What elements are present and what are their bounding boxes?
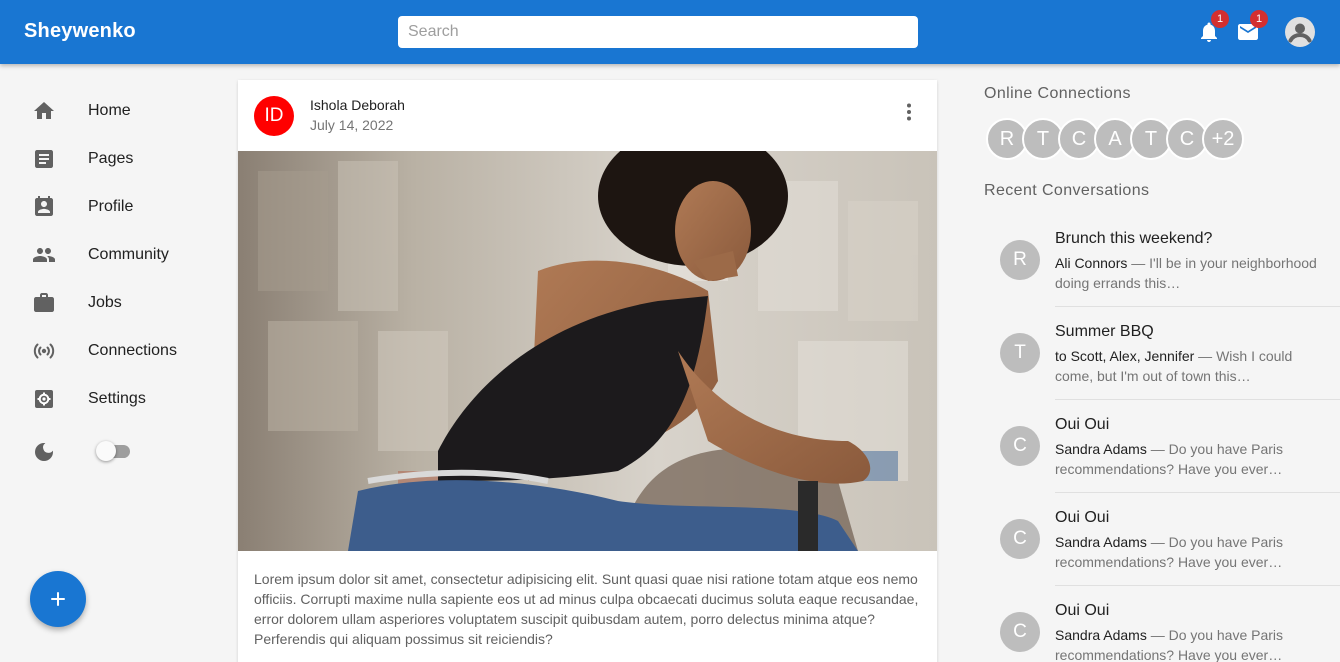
sidebar-item-home[interactable]: Home [0,87,220,135]
conversation-item[interactable]: C Oui Oui Sandra Adams — Do you have Par… [984,416,1340,509]
conversation-separator: — [1146,534,1169,550]
conversation-participants: Sandra Adams [1055,441,1147,457]
divider [1055,492,1340,493]
moon-icon [32,440,56,464]
conversation-preview: Ali Connors — I'll be in your neighborho… [1055,253,1333,293]
toggle-thumb [96,441,116,461]
conversation-separator: — [1127,255,1150,271]
conversation-avatar: C [1000,612,1040,652]
conversation-preview: to Scott, Alex, Jennifer — Wish I could … [1055,346,1333,386]
sidebar-item-label: Community [88,246,169,263]
divider [1055,399,1340,400]
conversation-item[interactable]: R Brunch this weekend? Ali Connors — I'l… [984,230,1340,323]
conversation-separator: — [1194,348,1217,364]
post-body: Lorem ipsum dolor sit amet, consectetur … [254,571,919,647]
group-icon [32,243,56,267]
app-title[interactable]: Sheywenko [24,20,136,43]
sidebar-item-label: Connections [88,342,177,359]
conversation-title: Oui Oui [1055,416,1110,433]
notifications-badge: 1 [1211,10,1229,28]
messages-badge: 1 [1250,10,1268,28]
conversation-avatar: C [1000,519,1040,559]
add-icon [51,592,65,606]
account-circle-icon [1285,17,1315,47]
conversation-participants: Sandra Adams [1055,627,1147,643]
more-vertical-icon [907,103,911,121]
sidebar-item-connections[interactable]: Connections [0,327,220,375]
conversation-participants: to Scott, Alex, Jennifer [1055,348,1195,364]
conversation-avatar: C [1000,426,1040,466]
contact-page-icon [32,195,56,219]
search-input[interactable] [398,16,918,48]
conversation-avatar: T [1000,333,1040,373]
conversation-item[interactable]: C Oui Oui Sandra Adams — Do you have Par… [984,509,1340,602]
conversation-preview: Sandra Adams — Do you have Paris recomme… [1055,625,1333,662]
add-post-button[interactable] [30,571,86,627]
app-bar: Sheywenko 1 1 [0,0,1340,64]
online-more-count[interactable]: +2 [1202,118,1244,160]
sidebar-item-label: Jobs [88,294,122,311]
post-date: July 14, 2022 [310,117,394,133]
account-button[interactable] [1284,16,1316,48]
author-avatar[interactable]: ID [254,96,294,136]
conversation-title: Oui Oui [1055,509,1110,526]
sidebar-item-label: Home [88,102,131,119]
conversation-item[interactable]: T Summer BBQ to Scott, Alex, Jennifer — … [984,323,1340,416]
divider [1055,585,1340,586]
post-image[interactable] [238,151,937,551]
post-photo-illustration [238,151,937,551]
home-icon [32,99,56,123]
recent-conversations-title: Recent Conversations [984,182,1150,199]
broadcast-icon [32,339,56,363]
dark-mode-toggle[interactable] [96,440,136,462]
sidebar-item-settings[interactable]: Settings [0,375,220,423]
briefcase-icon [32,291,56,315]
article-icon [32,147,56,171]
conversation-item[interactable]: C Oui Oui Sandra Adams — Do you have Par… [984,602,1340,662]
conversation-preview: Sandra Adams — Do you have Paris recomme… [1055,439,1333,479]
conversation-title: Summer BBQ [1055,323,1154,340]
conversation-preview: Sandra Adams — Do you have Paris recomme… [1055,532,1333,572]
conversation-participants: Sandra Adams [1055,534,1147,550]
sidebar-item-profile[interactable]: Profile [0,183,220,231]
conversation-avatar: R [1000,240,1040,280]
sidebar-item-label: Pages [88,150,134,167]
conversation-separator: — [1146,441,1169,457]
post-author[interactable]: Ishola Deborah [310,97,405,113]
divider [1055,306,1340,307]
conversation-separator: — [1146,627,1169,643]
notifications-button[interactable]: 1 [1194,10,1229,47]
post-card: ID Ishola Deborah July 14, 2022 Lorem ip… [238,80,937,662]
sidebar-item-pages[interactable]: Pages [0,135,220,183]
messages-button[interactable]: 1 [1233,10,1268,47]
sidebar-item-label: Settings [88,390,146,407]
conversation-participants: Ali Connors [1055,255,1128,271]
sidebar-item-jobs[interactable]: Jobs [0,279,220,327]
settings-icon [32,387,56,411]
online-connections-title: Online Connections [984,85,1131,102]
sidebar-item-community[interactable]: Community [0,231,220,279]
post-menu-button[interactable] [897,100,921,124]
conversation-title: Brunch this weekend? [1055,230,1213,247]
conversation-title: Oui Oui [1055,602,1110,619]
sidebar-item-label: Profile [88,198,134,215]
